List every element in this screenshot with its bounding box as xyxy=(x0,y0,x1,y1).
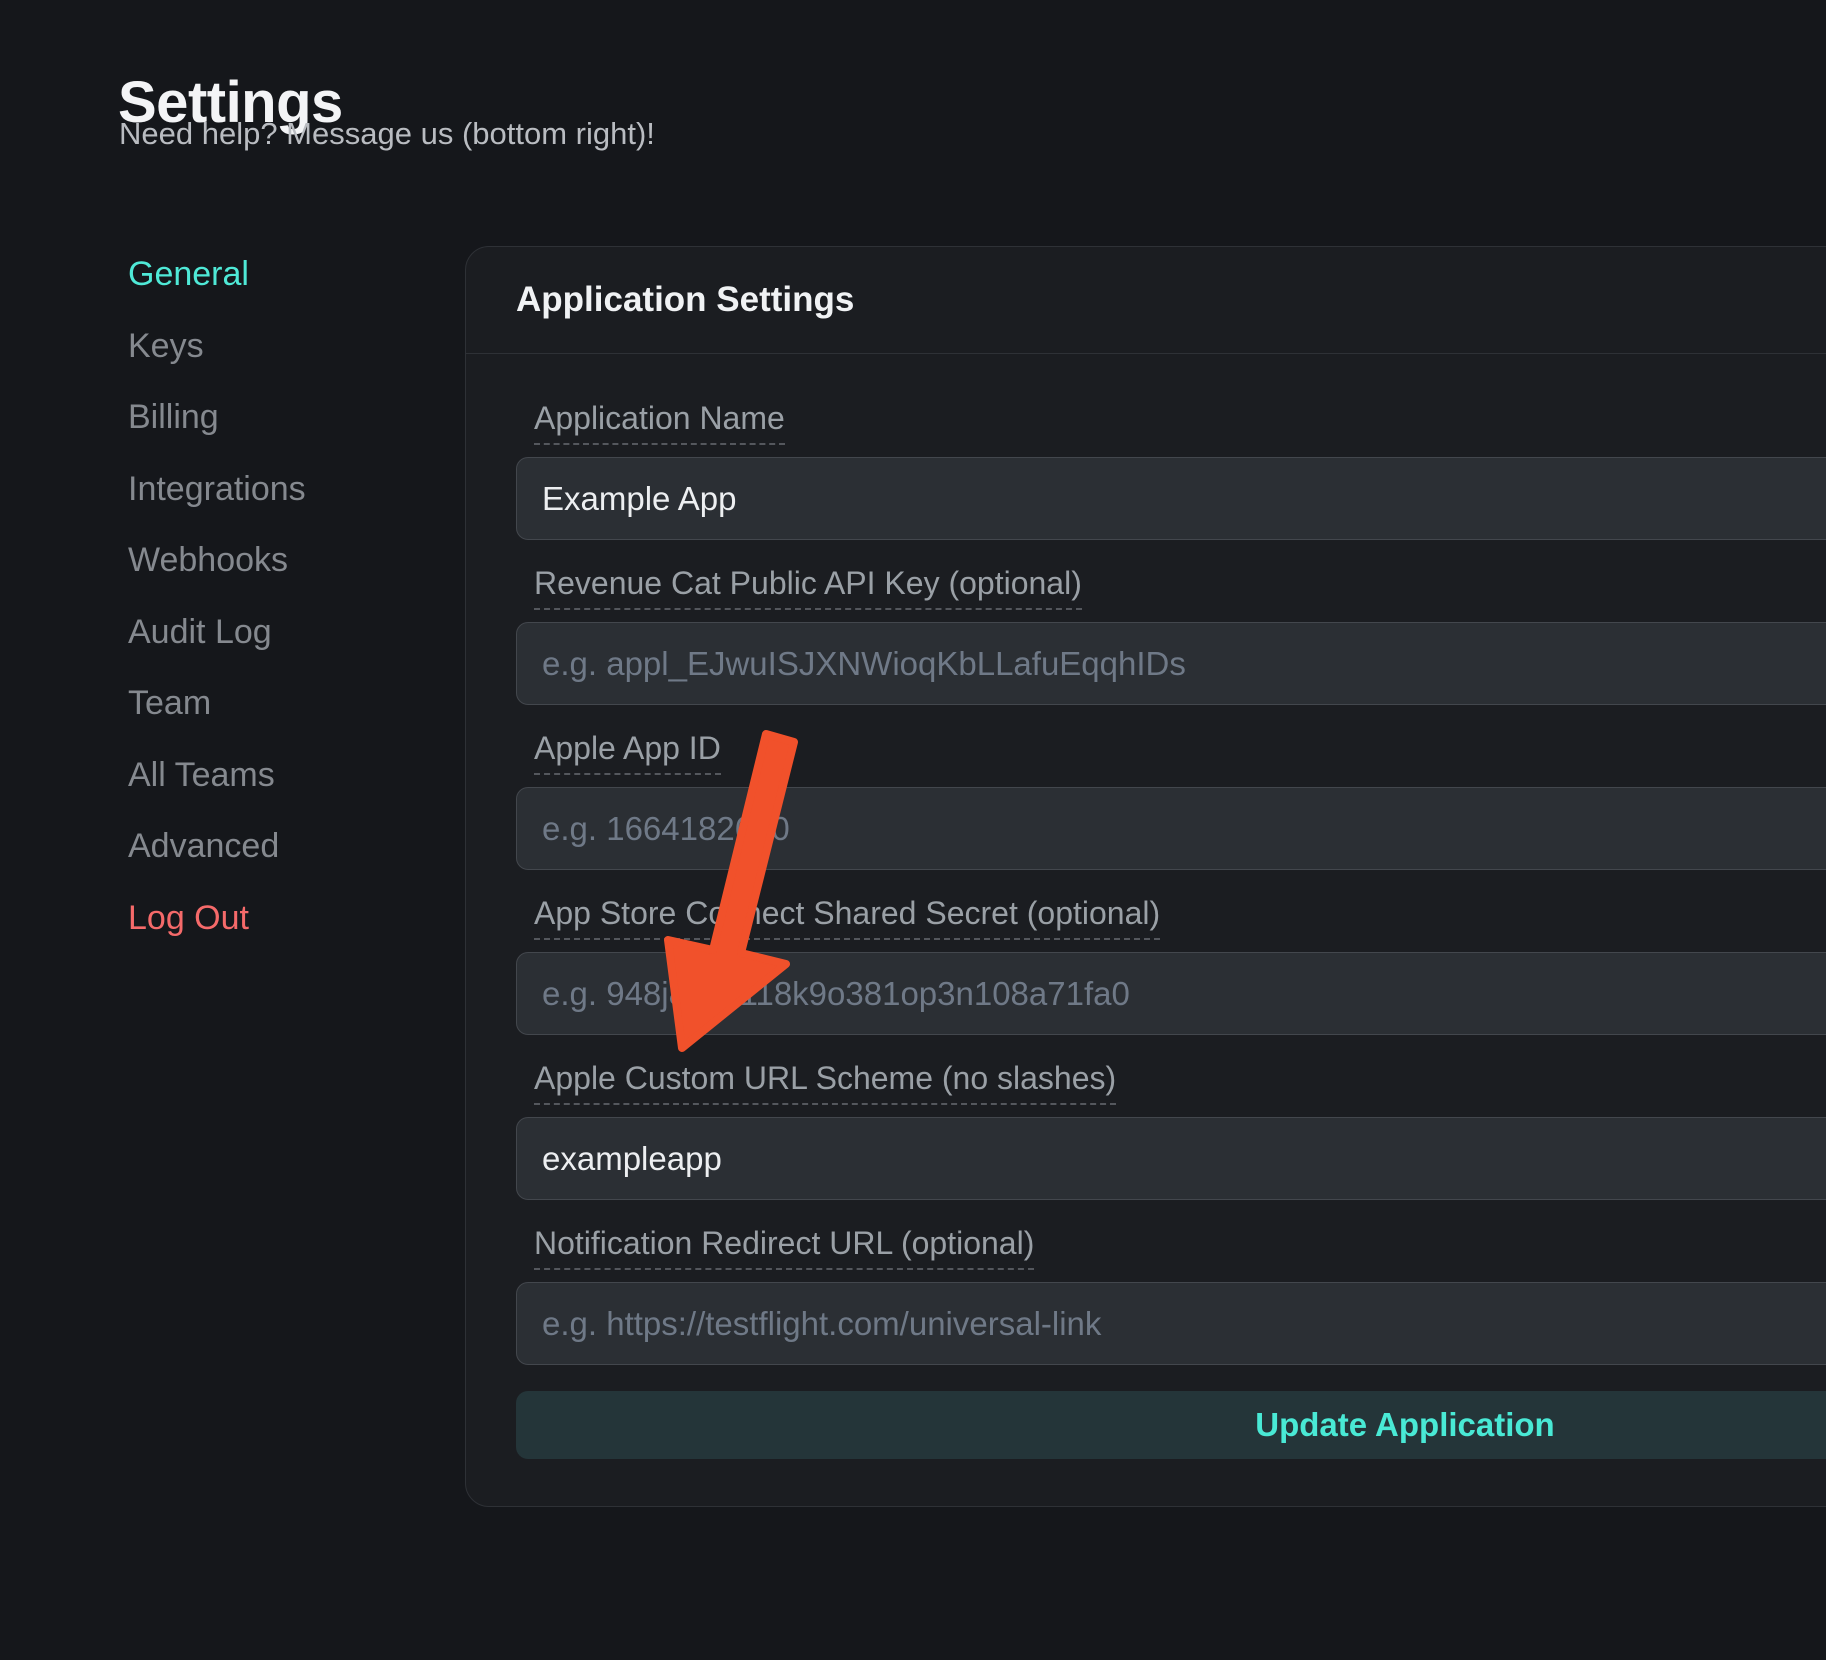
sidebar-item-general[interactable]: General xyxy=(128,239,306,311)
custom-url-scheme-input[interactable] xyxy=(516,1117,1826,1200)
custom-url-scheme-label: Apple Custom URL Scheme (no slashes) xyxy=(534,1060,1116,1105)
field-shared-secret: App Store Connect Shared Secret (optiona… xyxy=(516,895,1826,1035)
notification-redirect-url-label: Notification Redirect URL (optional) xyxy=(534,1225,1034,1270)
notification-redirect-url-input[interactable] xyxy=(516,1282,1826,1365)
page-subtitle: Need help? Message us (bottom right)! xyxy=(119,116,655,152)
sidebar-item-keys[interactable]: Keys xyxy=(128,311,306,383)
sidebar-item-team[interactable]: Team xyxy=(128,668,306,740)
application-name-input[interactable] xyxy=(516,457,1826,540)
shared-secret-label: App Store Connect Shared Secret (optiona… xyxy=(534,895,1160,940)
shared-secret-input[interactable] xyxy=(516,952,1826,1035)
panel-title: Application Settings xyxy=(466,247,1826,354)
settings-sidebar: General Keys Billing Integrations Webhoo… xyxy=(128,239,306,954)
application-name-label: Application Name xyxy=(534,400,785,445)
field-custom-url-scheme: Apple Custom URL Scheme (no slashes) xyxy=(516,1060,1826,1200)
sidebar-item-billing[interactable]: Billing xyxy=(128,382,306,454)
sidebar-item-log-out[interactable]: Log Out xyxy=(128,883,306,955)
sidebar-item-integrations[interactable]: Integrations xyxy=(128,454,306,526)
field-application-name: Application Name xyxy=(516,400,1826,540)
revenuecat-api-key-input[interactable] xyxy=(516,622,1826,705)
sidebar-item-webhooks[interactable]: Webhooks xyxy=(128,525,306,597)
field-revenuecat-api-key: Revenue Cat Public API Key (optional) xyxy=(516,565,1826,705)
apple-app-id-label: Apple App ID xyxy=(534,730,721,775)
application-settings-form: Application Name Revenue Cat Public API … xyxy=(466,354,1826,1459)
sidebar-item-audit-log[interactable]: Audit Log xyxy=(128,597,306,669)
apple-app-id-input[interactable] xyxy=(516,787,1826,870)
revenuecat-api-key-label: Revenue Cat Public API Key (optional) xyxy=(534,565,1082,610)
field-apple-app-id: Apple App ID xyxy=(516,730,1826,870)
field-notification-redirect-url: Notification Redirect URL (optional) xyxy=(516,1225,1826,1365)
update-application-button[interactable]: Update Application xyxy=(516,1391,1826,1459)
sidebar-item-all-teams[interactable]: All Teams xyxy=(128,740,306,812)
application-settings-panel: Application Settings Application Name Re… xyxy=(465,246,1826,1507)
sidebar-item-advanced[interactable]: Advanced xyxy=(128,811,306,883)
